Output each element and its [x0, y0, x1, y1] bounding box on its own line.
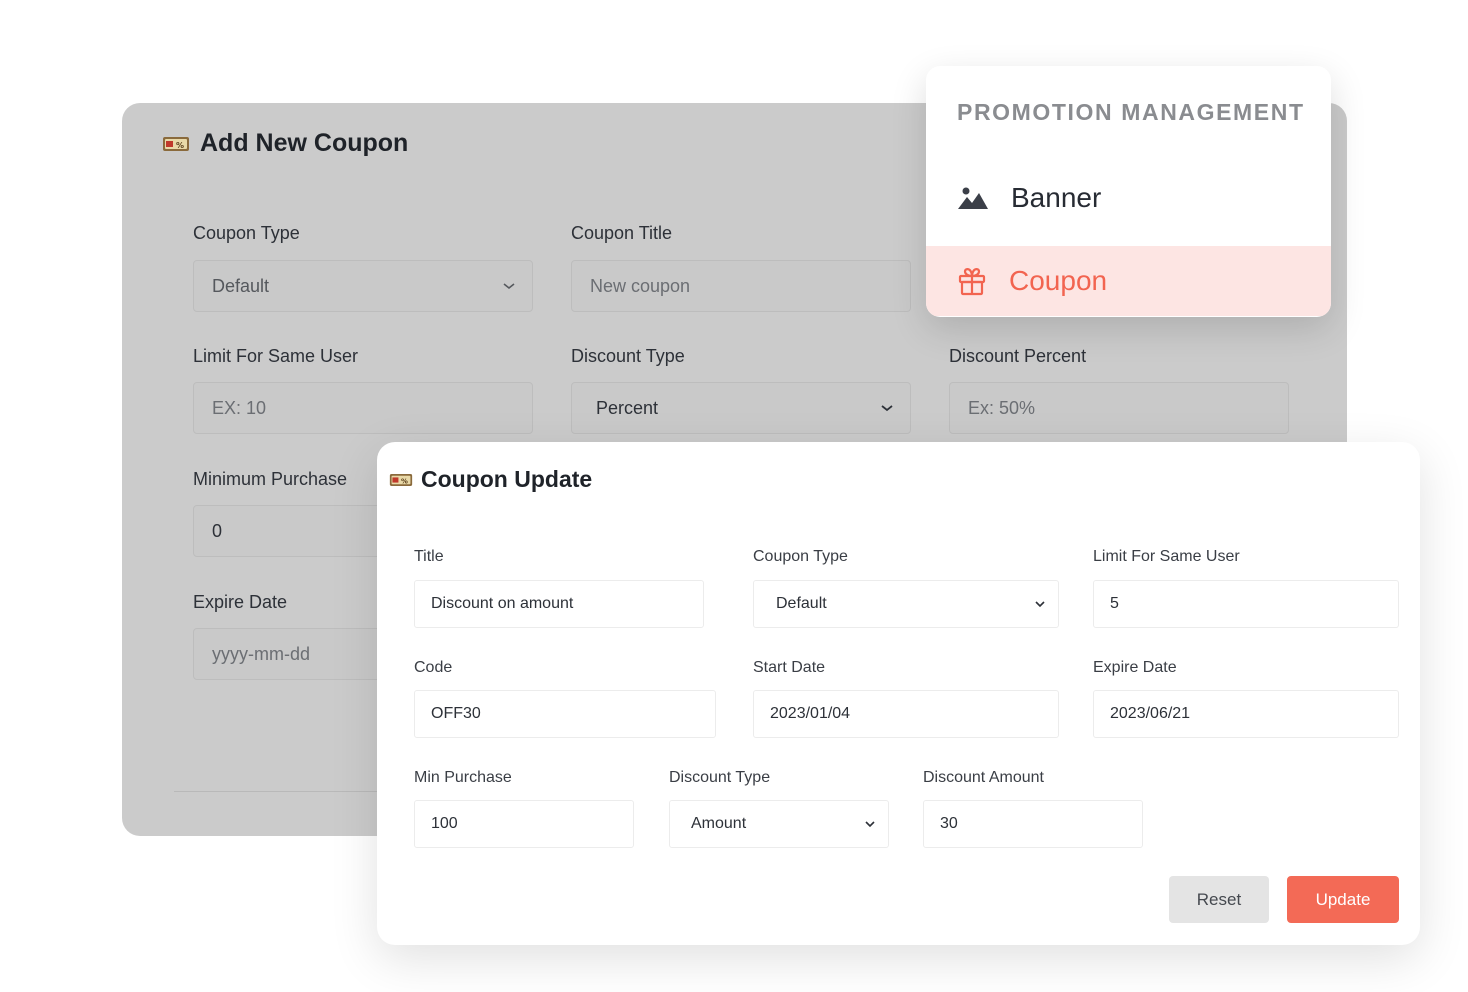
title-value: Discount on amount [431, 595, 574, 612]
minimum-purchase-value: 0 [212, 520, 223, 541]
code-value: OFF30 [431, 705, 481, 722]
discount-percent-label: Discount Percent [949, 346, 1087, 366]
menu-item-label: Banner [1011, 182, 1102, 213]
discount-type-value: Amount [691, 815, 747, 832]
coupon-type-value: Default [776, 595, 827, 612]
coupon-ticket-icon: % [389, 473, 413, 486]
menu-item-label: Coupon [1009, 265, 1108, 296]
discount-amount-label: Discount Amount [923, 769, 1044, 786]
divider [174, 791, 384, 792]
coupon-update-title: Coupon Update [421, 466, 593, 492]
coupon-update-heading: % Coupon Update [389, 466, 592, 493]
min-purchase-input[interactable]: 100 [414, 800, 634, 848]
expire-date-input[interactable]: 2023/06/21 [1093, 690, 1399, 738]
discount-percent-input[interactable]: Ex: 50% [949, 382, 1289, 434]
menu-item-banner[interactable]: Banner [926, 163, 1331, 233]
add-coupon-heading: % Add New Coupon [162, 129, 408, 158]
start-date-label: Start Date [753, 659, 826, 676]
start-date-value: 2023/01/04 [770, 705, 851, 722]
discount-amount-input[interactable]: 30 [923, 800, 1143, 848]
coupon-type-label: Coupon Type [193, 223, 300, 243]
coupon-type-label: Coupon Type [753, 548, 848, 565]
add-coupon-title: Add New Coupon [200, 129, 409, 157]
coupon-ticket-icon: % [163, 136, 189, 151]
expire-date-placeholder: yyyy-mm-dd [212, 643, 310, 664]
coupon-type-value: Default [212, 275, 270, 296]
svg-text:%: % [401, 477, 408, 485]
svg-text:%: % [176, 141, 184, 150]
discount-type-select[interactable]: Percent [571, 382, 911, 434]
expire-date-value: 2023/06/21 [1110, 705, 1191, 722]
coupon-title-input[interactable]: New coupon [571, 260, 911, 312]
discount-type-label: Discount Type [571, 346, 685, 366]
limit-same-user-input[interactable]: EX: 10 [193, 382, 533, 434]
discount-percent-placeholder: Ex: 50% [968, 397, 1036, 418]
chevron-down-icon [503, 283, 515, 290]
start-date-input[interactable]: 2023/01/04 [753, 690, 1059, 738]
limit-same-user-label: Limit For Same User [193, 346, 359, 366]
min-purchase-label: Min Purchase [414, 769, 512, 786]
promotion-menu: PROMOTION MANAGEMENT Banner Coupon [926, 66, 1331, 317]
update-button[interactable]: Update [1287, 876, 1399, 923]
menu-item-coupon[interactable]: Coupon [926, 246, 1331, 316]
discount-type-value: Percent [596, 397, 659, 418]
coupon-title-placeholder: New coupon [590, 275, 691, 296]
discount-type-label: Discount Type [669, 769, 771, 786]
discount-type-select[interactable]: Amount [669, 800, 889, 848]
limit-value: 5 [1110, 595, 1119, 612]
gift-icon [958, 268, 986, 296]
menu-heading: PROMOTION MANAGEMENT [957, 99, 1305, 125]
coupon-type-select[interactable]: Default [193, 260, 533, 312]
limit-same-user-input[interactable]: 5 [1093, 580, 1399, 628]
expire-date-label: Expire Date [1093, 659, 1177, 676]
expire-date-label: Expire Date [193, 592, 288, 612]
chevron-down-icon [865, 821, 875, 828]
limit-same-user-label: Limit For Same User [1093, 548, 1240, 565]
chevron-down-icon [1035, 601, 1045, 608]
title-input[interactable]: Discount on amount [414, 580, 704, 628]
limit-placeholder: EX: 10 [212, 397, 267, 418]
chevron-down-icon [881, 405, 893, 412]
title-label: Title [414, 548, 444, 565]
coupon-title-label: Coupon Title [571, 223, 673, 243]
code-label: Code [414, 659, 453, 676]
min-purchase-value: 100 [431, 815, 458, 832]
coupon-update-card: % Coupon Update Title Discount on amount… [377, 442, 1420, 945]
coupon-type-select[interactable]: Default [753, 580, 1059, 628]
minimum-purchase-label: Minimum Purchase [193, 469, 348, 489]
discount-amount-value: 30 [940, 815, 958, 832]
reset-button[interactable]: Reset [1169, 876, 1269, 923]
image-icon [958, 187, 988, 209]
code-input[interactable]: OFF30 [414, 690, 716, 738]
